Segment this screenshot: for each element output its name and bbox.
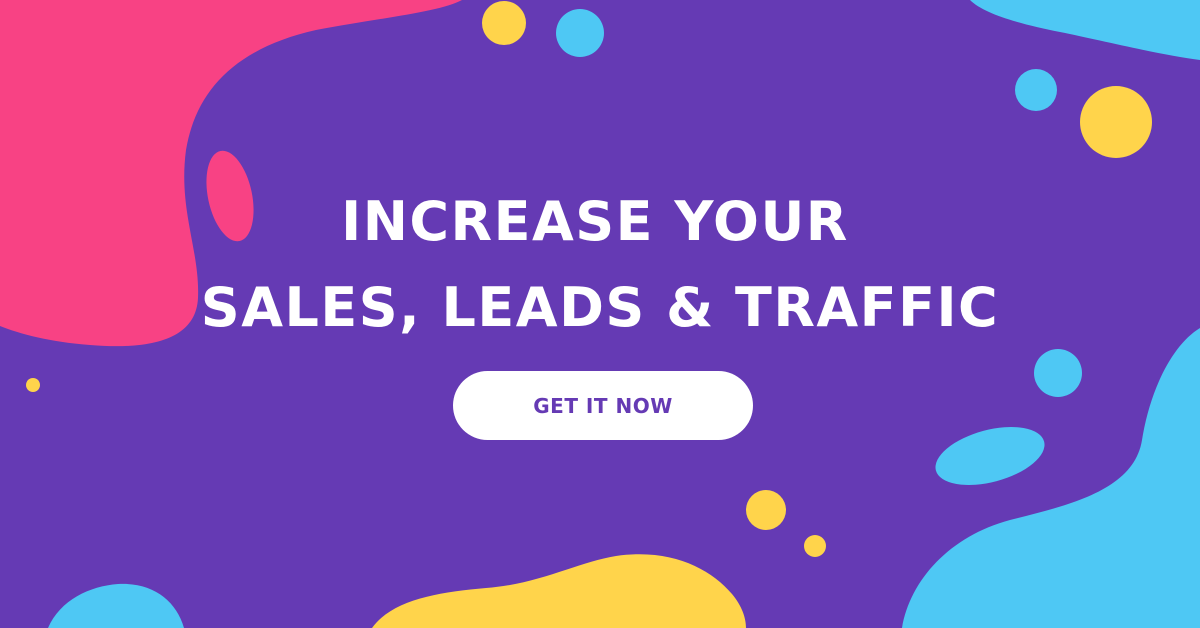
- cyan-dot: [1015, 69, 1057, 111]
- cyan-blob: [970, 0, 1200, 60]
- yellow-dot: [804, 535, 826, 557]
- yellow-dot: [1080, 86, 1152, 158]
- yellow-dot: [482, 1, 526, 45]
- yellow-dot: [26, 378, 40, 392]
- cyan-dot: [1034, 349, 1082, 397]
- yellow-dot: [746, 490, 786, 530]
- banner: INCREASE YOUR SALES, LEADS & TRAFFIC GET…: [0, 0, 1200, 628]
- yellow-blob: [372, 554, 746, 628]
- cyan-oval: [935, 427, 1045, 485]
- get-it-now-button[interactable]: GET IT NOW: [453, 371, 753, 440]
- cyan-dot: [556, 9, 604, 57]
- cyan-blob: [48, 583, 184, 628]
- headline-line-1: INCREASE YOUR: [341, 190, 849, 253]
- headline-line-2: SALES, LEADS & TRAFFIC: [200, 276, 1000, 339]
